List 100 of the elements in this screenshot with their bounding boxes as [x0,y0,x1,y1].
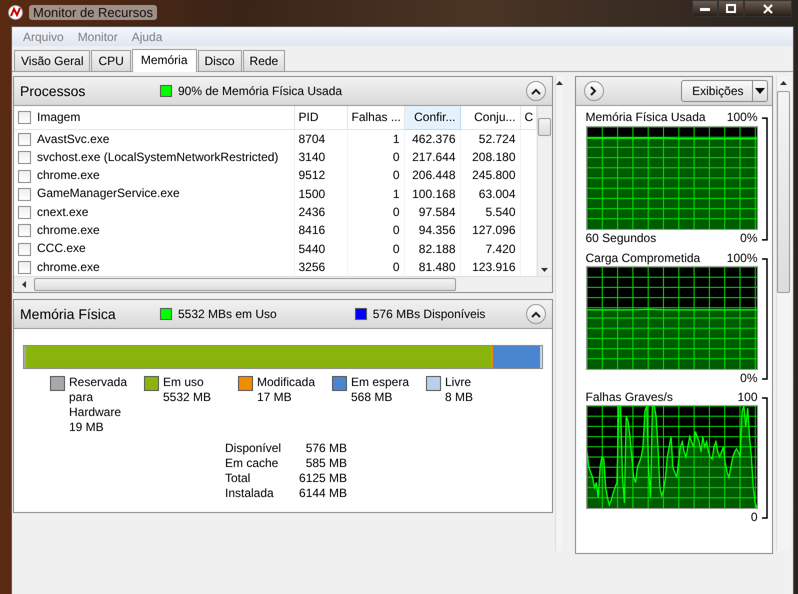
graph-min-label: 0% [740,231,758,247]
tab[interactable]: Memória [132,49,197,72]
maximize-button[interactable] [718,0,744,17]
row-checkbox[interactable] [18,170,31,183]
tab[interactable]: Visão Geral [14,50,90,71]
row-checkbox[interactable] [18,224,31,238]
column-header[interactable]: Imagem [14,106,294,130]
row-checkbox[interactable] [18,151,31,164]
horizontal-scrollbar[interactable] [14,276,552,292]
close-button[interactable] [744,0,792,17]
table-cell: 8416 [294,221,347,240]
column-header[interactable]: Conju... [460,106,520,130]
legend-value: 5532 MB [163,390,212,405]
scrollbar-thumb[interactable] [538,118,551,136]
scroll-down-icon [541,268,548,272]
chevron-right-icon [590,86,597,96]
table-cell: 208.180 [460,148,520,166]
legend-swatch [332,376,347,391]
legend-swatch [144,376,159,391]
table-cell: 0 [347,166,404,185]
table-cell: 217.644 [404,148,460,166]
legend-label: Livre [445,375,472,390]
table-cell: 52.724 [460,129,520,148]
table-cell: 0 [347,239,404,258]
collapse-button[interactable] [526,81,546,101]
stat-label: Instalada [225,486,275,501]
table-cell: 0 [347,148,404,166]
table-cell: AvastSvc.exe [14,129,294,148]
tab[interactable]: Disco [198,50,242,71]
table-cell: 3140 [294,148,347,166]
column-header[interactable]: PID [294,106,347,130]
collapse-button[interactable] [526,304,546,324]
stat-value: 576 MB [304,441,348,456]
scrollbar-thumb[interactable] [776,91,790,293]
vertical-scrollbar[interactable] [536,106,552,276]
minimize-button[interactable] [692,0,718,17]
tab[interactable]: CPU [91,50,131,71]
table-cell: 462.376 [404,129,460,148]
table-cell: 82.188 [404,239,460,258]
scrollbar-thumb[interactable] [34,278,456,291]
table-cell: 0 [347,221,404,240]
scroll-up-icon [780,81,786,85]
table-cell: 2436 [294,202,347,222]
table-cell: 127.096 [460,221,520,240]
legend-value: 19 MB [69,420,105,435]
vertical-scrollbar[interactable] [554,76,562,551]
table-cell: 97.584 [404,202,460,222]
app-icon [8,4,23,20]
legend-value: 8 MB [445,390,474,405]
table-cell: 1500 [294,184,347,203]
graph-min-label: 0% [740,370,758,386]
graph-title: Carga Comprometida [586,251,700,266]
close-icon [763,4,773,14]
stat-label: Em cache [225,456,280,471]
views-dropdown[interactable]: Exibições [681,80,768,102]
stat-label: Disponível [225,441,282,456]
panel-title: Processos [20,83,86,99]
table-cell: 206.448 [404,166,460,185]
maximize-icon [726,4,736,13]
graph-min-label: 0 [750,510,758,525]
legend-swatch [238,376,253,391]
expand-button[interactable] [584,81,604,101]
table-cell: 5440 [294,239,347,258]
legend-label: Modificada [257,375,316,390]
table-cell: svchost.exe (LocalSystemNetworkRestricted) [14,148,294,166]
legend-label: Em espera [351,375,410,390]
chevron-up-icon [530,88,540,94]
table-cell: 94.356 [404,221,460,240]
column-header[interactable]: C [520,106,536,130]
vertical-scrollbar[interactable] [776,76,790,551]
table-cell: 5.540 [460,202,520,222]
column-header[interactable]: Confir... [404,106,460,130]
dropdown-arrow-icon [754,88,764,94]
row-checkbox[interactable] [18,188,31,201]
row-checkbox[interactable] [18,206,31,220]
stat-value: 6125 MB [299,471,348,486]
table-cell: 1 [347,184,404,203]
table-cell: 8704 [294,129,347,148]
time-span-label: 60 Segundos [586,231,656,247]
indicator-label: 576 MBs Disponíveis [372,307,486,321]
row-checkbox[interactable] [18,132,31,146]
minimize-icon [700,6,710,10]
tab[interactable]: Rede [242,50,286,71]
row-checkbox[interactable] [18,242,31,256]
column-header[interactable]: Falhas ... [347,106,404,130]
legend-value: 568 MB [351,390,394,405]
legend-label: Reservada para Hardware [69,375,128,420]
row-checkbox[interactable] [18,260,31,274]
window-title: Monitor de Recursos [29,4,157,20]
scroll-left-icon [22,281,26,288]
legend-swatch [426,376,441,391]
table-cell: CCC.exe [14,239,294,258]
graph-title: Memória Física Usada [586,110,706,126]
legend-swatch [50,376,65,391]
table-cell: GameManagerService.exe [14,184,294,203]
scroll-up-icon [556,81,562,85]
table-cell: chrome.exe [14,221,294,240]
graph-max-label: 100% [726,251,758,266]
table-cell: 9512 [294,166,347,185]
table-cell: 100.168 [404,184,460,203]
